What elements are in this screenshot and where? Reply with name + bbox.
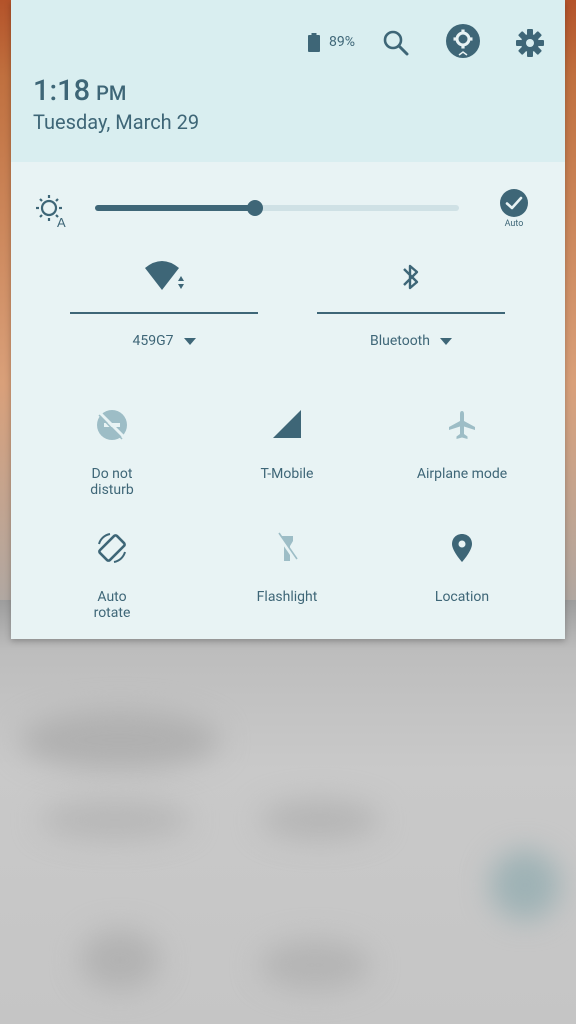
cellular-signal-icon [273,410,301,438]
shade-header: 1:18 PM Tuesday, March 29 [11,0,565,162]
flashlight-label: Flashlight [256,589,318,605]
airplane-mode-label: Airplane mode [416,466,508,482]
auto-rotate-icon [98,533,126,563]
clock-time: 1:18 [33,74,91,108]
flashlight-icon [276,532,298,562]
airplane-mode-tile[interactable]: Airplane mode [387,408,537,508]
auto-rotate-label: Auto rotate [93,589,131,621]
wifi-divider [70,312,258,314]
brightness-auto-icon: A [36,195,66,228]
do-not-disturb-label: Do not disturb [90,466,134,498]
auto-rotate-tile[interactable]: Auto rotate [37,531,187,631]
location-tile[interactable]: Location [387,531,537,631]
brightness-slider-thumb[interactable] [247,200,264,216]
svg-text:A: A [57,215,66,228]
bluetooth-dropdown-caret-icon [439,337,452,345]
wifi-icon[interactable] [144,260,186,294]
wifi-network-name: 459G7 [132,333,174,349]
battery-icon[interactable] [308,33,320,52]
blurred-app-background [0,600,576,1024]
airplane-icon [449,411,475,439]
bluetooth-divider [317,312,505,314]
brightness-slider[interactable] [95,200,459,216]
wifi-network-dropdown[interactable]: 459G7 [70,333,258,349]
location-label: Location [434,589,490,605]
battery-percent[interactable]: 89% [329,34,355,50]
bluetooth-icon[interactable] [397,260,425,294]
brightness-slider-fill [95,205,256,211]
flashlight-tile[interactable]: Flashlight [212,531,362,631]
location-pin-icon [452,534,472,562]
bluetooth-dropdown[interactable]: Bluetooth [317,333,505,349]
wifi-tile[interactable]: 459G7 [70,256,258,356]
cellular-tile[interactable]: T-Mobile [212,408,362,508]
clock[interactable]: 1:18 PM [33,74,126,108]
clock-ampm: PM [96,81,127,105]
settings-gear-icon[interactable] [515,28,545,58]
bluetooth-label: Bluetooth [370,333,430,349]
cellular-label: T-Mobile [260,466,314,482]
bluetooth-tile[interactable]: Bluetooth [317,256,505,356]
date-label[interactable]: Tuesday, March 29 [33,110,199,134]
search-icon[interactable] [383,30,409,56]
do-not-disturb-icon [97,410,127,440]
user-account-icon[interactable] [445,24,481,60]
do-not-disturb-tile[interactable]: Do not disturb [37,408,187,508]
wifi-dropdown-caret-icon [183,337,196,345]
quick-settings-panel: 1:18 PM Tuesday, March 29 89% A Auto 459… [11,0,565,639]
auto-brightness-check-icon[interactable] [500,189,528,217]
auto-brightness-label: Auto [504,219,524,229]
